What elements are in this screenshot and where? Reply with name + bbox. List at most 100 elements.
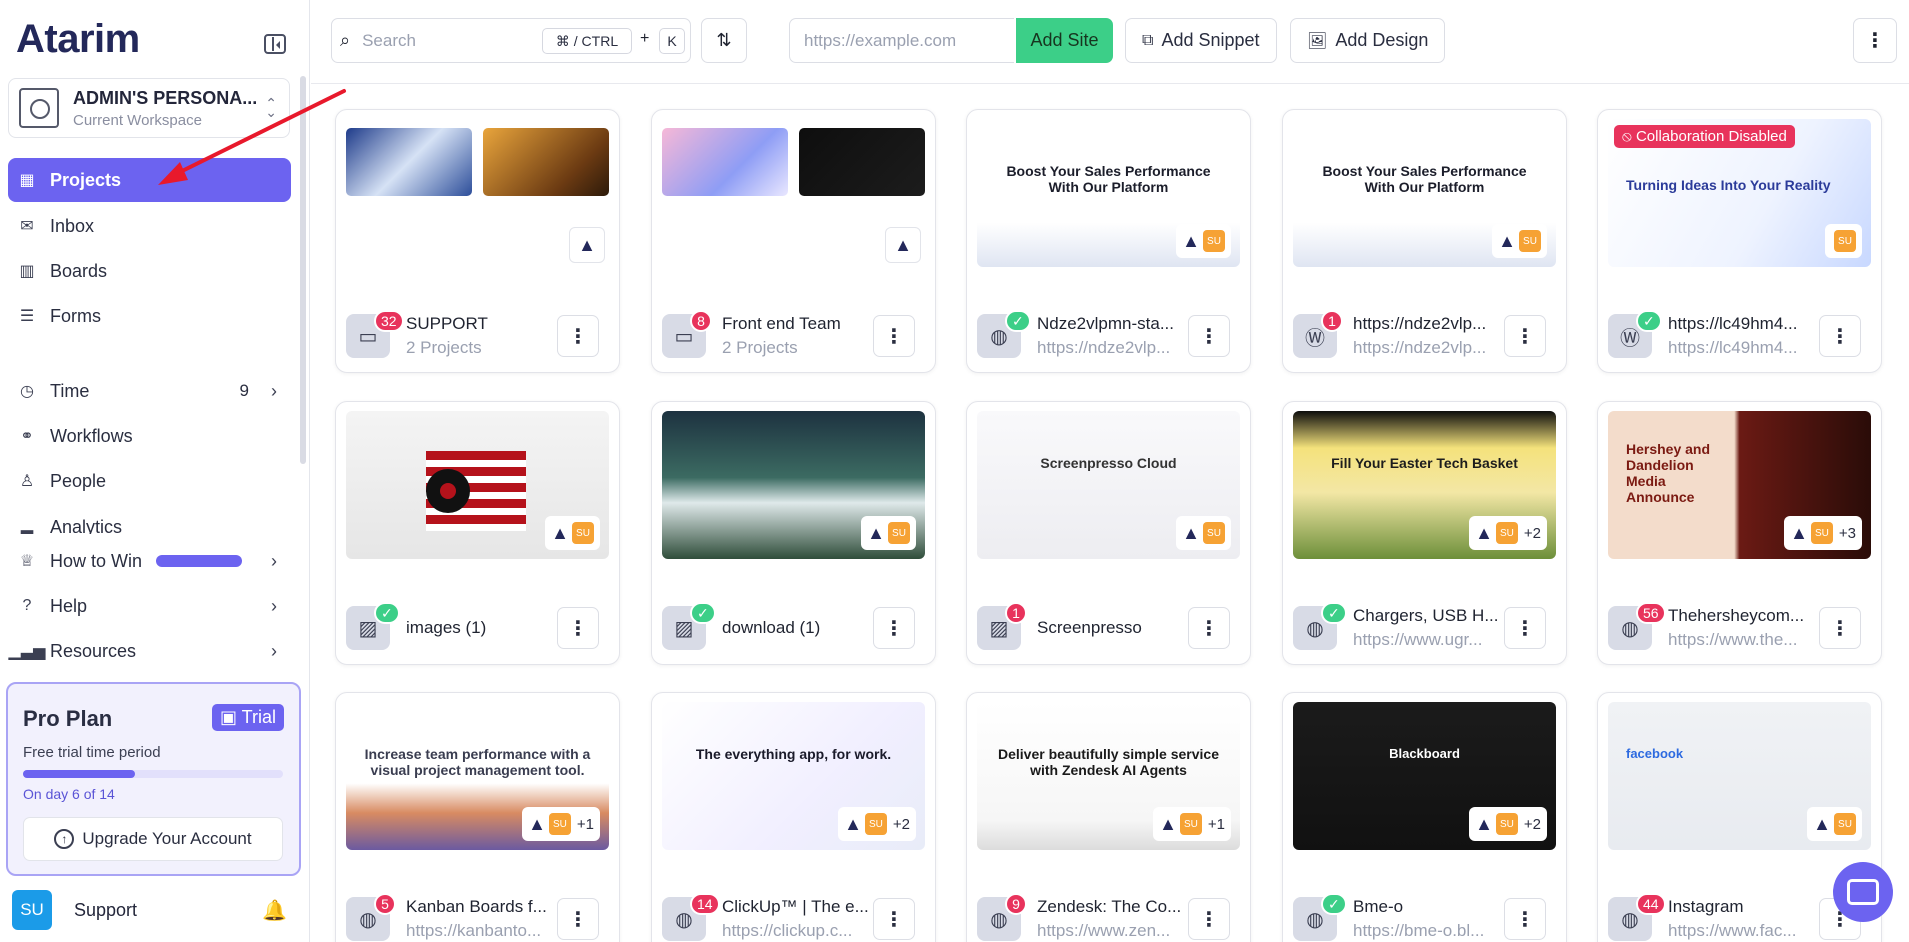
user-profile[interactable]: SU Support — [12, 890, 137, 930]
card-title[interactable]: Chargers, USB H... — [1353, 606, 1503, 626]
card-more-button[interactable]: ⋮ — [1819, 315, 1861, 357]
project-card[interactable]: ▲ ▭ 32 SUPPORT 2 Projects ⋮ — [335, 109, 620, 373]
card-more-button[interactable]: ⋮ — [557, 315, 599, 357]
project-card[interactable]: Boost Your Sales Performance With Our Pl… — [1282, 109, 1567, 373]
project-card[interactable]: The everything app, for work. ▲ SU +2 ◍ 14 Cli… — [651, 692, 936, 942]
user-avatar: SU — [1203, 230, 1225, 252]
chevron-right-icon: › — [271, 380, 277, 401]
sidebar-item-forms[interactable]: ☰ Forms — [8, 294, 291, 338]
sort-button[interactable]: ⇅ — [701, 18, 747, 63]
project-card[interactable]: ▲ ▭ 8 Front end Team 2 Projects ⋮ — [651, 109, 936, 373]
card-more-button[interactable]: ⋮ — [1504, 315, 1546, 357]
card-title[interactable]: https://ndze2vlp... — [1353, 314, 1503, 334]
card-title[interactable]: Zendesk: The Co... — [1037, 897, 1187, 917]
card-title[interactable]: Screenpresso — [1037, 618, 1187, 638]
more-options-icon[interactable]: ⋮ — [1853, 18, 1897, 63]
site-thumbnail[interactable]: Deliver beautifully simple service with … — [977, 702, 1240, 850]
atarim-icon: ▲ — [1498, 230, 1516, 251]
site-thumbnail[interactable]: Screenpresso Cloud ▲ SU — [977, 411, 1240, 559]
project-card[interactable]: Screenpresso Cloud ▲ SU ▨ 1 Screenpresso ⋮ — [966, 401, 1251, 665]
sidebar-item-workflows[interactable]: ⚭ Workflows — [8, 414, 291, 458]
site-thumbnail[interactable]: Blackboard ▲ SU +2 — [1293, 702, 1556, 850]
sidebar-item-help[interactable]: ? Help › — [8, 584, 291, 628]
project-card[interactable]: Turning Ideas Into Your Reality ⦸ Collabo… — [1597, 109, 1882, 373]
bell-icon[interactable]: 🔔 — [262, 898, 287, 923]
preview-thumbnail — [799, 128, 925, 196]
project-card[interactable]: ▲ SU ▨ ✓ images (1) ⋮ — [335, 401, 620, 665]
card-title[interactable]: ClickUp™ | The e... — [722, 897, 872, 917]
sidebar-item-analytics[interactable]: ▂ Analytics — [8, 504, 291, 534]
site-thumbnail[interactable]: Hershey and Dandelion Media Announce HER… — [1608, 411, 1871, 559]
project-card[interactable]: ▲ SU ▨ ✓ download (1) ⋮ — [651, 401, 936, 665]
sidebar-item-how-to-win[interactable]: ♕ How to Win › — [8, 539, 291, 583]
card-title[interactable]: SUPPORT — [406, 314, 556, 334]
card-title[interactable]: download (1) — [722, 618, 872, 638]
sidebar-item-resources[interactable]: ▁▃▅ Resources › — [8, 629, 291, 673]
project-card[interactable]: Deliver beautifully simple service with … — [966, 692, 1251, 942]
trial-badge[interactable]: ▣ Trial — [211, 704, 284, 731]
site-thumbnail[interactable]: Increase team performance with a visual … — [346, 702, 609, 850]
card-subtitle: https://www.the... — [1668, 630, 1798, 649]
sidebar-item-time[interactable]: ◷ Time 9 › — [8, 369, 291, 413]
card-title[interactable]: Thehersheycom... — [1668, 606, 1818, 626]
upgrade-button[interactable]: ↑ Upgrade Your Account — [23, 817, 283, 861]
thumbnail-headline: Boost Your Sales Performance With Our Pl… — [1322, 163, 1527, 195]
chat-icon[interactable] — [1833, 862, 1893, 922]
site-thumbnail[interactable]: Fill Your Easter Tech Basket ▲ SU +2 — [1293, 411, 1556, 559]
project-card[interactable]: Fill Your Easter Tech Basket ▲ SU +2 ◍ ✓ Charg… — [1282, 401, 1567, 665]
thumbnail-headline: Increase team performance with a visual … — [364, 746, 591, 778]
card-title[interactable]: Kanban Boards f... — [406, 897, 556, 917]
card-more-button[interactable]: ⋮ — [557, 898, 599, 940]
card-more-button[interactable]: ⋮ — [873, 315, 915, 357]
arrow-up-icon: ↑ — [54, 829, 75, 849]
card-more-button[interactable]: ⋮ — [1188, 607, 1230, 649]
avatar: SU — [12, 890, 52, 930]
atarim-icon: ▲ — [885, 227, 921, 263]
check-badge: ✓ — [690, 602, 716, 624]
card-more-button[interactable]: ⋮ — [1504, 898, 1546, 940]
trophy-icon: ♕ — [19, 553, 35, 570]
sidebar-item-inbox[interactable]: ✉ Inbox — [8, 204, 291, 248]
project-card[interactable]: Blackboard ▲ SU +2 ◍ ✓ Bme-o https://bme-o.bl..… — [1282, 692, 1567, 942]
card-title[interactable]: Ndze2vlpmn-sta... — [1037, 314, 1187, 334]
user-avatar: SU — [572, 522, 594, 544]
site-thumbnail[interactable]: The everything app, for work. ▲ SU +2 — [662, 702, 925, 850]
add-site-button[interactable]: Add Site — [1016, 18, 1113, 63]
sidebar-item-people[interactable]: ♙ People — [8, 459, 291, 503]
card-subtitle: https://lc49hm4... — [1668, 338, 1798, 357]
sidebar-item-label: Time — [50, 380, 90, 401]
card-title[interactable]: https://lc49hm4... — [1668, 314, 1818, 334]
sidebar-item-label: Workflows — [50, 425, 133, 446]
chevron-right-icon: › — [271, 595, 277, 616]
add-snippet-button[interactable]: ⧉ Add Snippet — [1125, 18, 1277, 63]
card-more-button[interactable]: ⋮ — [1188, 898, 1230, 940]
card-more-button[interactable]: ⋮ — [1188, 315, 1230, 357]
site-thumbnail[interactable]: Boost Your Sales Performance With Our Pl… — [1293, 119, 1556, 267]
sidebar-item-boards[interactable]: ▥ Boards — [8, 249, 291, 293]
card-title[interactable]: Front end Team — [722, 314, 872, 334]
card-more-button[interactable]: ⋮ — [1819, 607, 1861, 649]
add-design-button[interactable]: 🖼 Add Design — [1290, 18, 1446, 63]
site-thumbnail[interactable]: ▲ SU — [346, 411, 609, 559]
site-thumbnail[interactable]: Turning Ideas Into Your Reality ⦸ Collabo… — [1608, 119, 1871, 267]
project-card[interactable]: Boost Your Sales Performance With Our Pl… — [966, 109, 1251, 373]
card-title[interactable]: Instagram — [1668, 897, 1818, 917]
how-to-win-progress — [156, 555, 243, 567]
site-thumbnail[interactable]: facebook ▲ SU — [1608, 702, 1871, 850]
clock-icon: ◷ — [20, 383, 34, 400]
project-card[interactable]: Increase team performance with a visual … — [335, 692, 620, 942]
card-more-button[interactable]: ⋮ — [1504, 607, 1546, 649]
site-thumbnail[interactable]: ▲ SU — [662, 411, 925, 559]
form-icon: ☰ — [19, 308, 35, 325]
search-input[interactable]: ⌕ Search ⌘ / CTRL + K — [331, 18, 691, 63]
site-url-input[interactable]: https://example.com — [789, 18, 1014, 63]
card-title[interactable]: images (1) — [406, 618, 556, 638]
site-thumbnail[interactable]: Boost Your Sales Performance With Our Pl… — [977, 119, 1240, 267]
project-card[interactable]: Hershey and Dandelion Media Announce HER… — [1597, 401, 1882, 665]
card-title[interactable]: Bme-o — [1353, 897, 1503, 917]
card-more-button[interactable]: ⋮ — [557, 607, 599, 649]
collaborators-overlay: ▲ SU +2 — [1469, 516, 1547, 550]
card-more-button[interactable]: ⋮ — [873, 607, 915, 649]
card-subtitle: 2 Projects — [722, 338, 798, 357]
card-more-button[interactable]: ⋮ — [873, 898, 915, 940]
